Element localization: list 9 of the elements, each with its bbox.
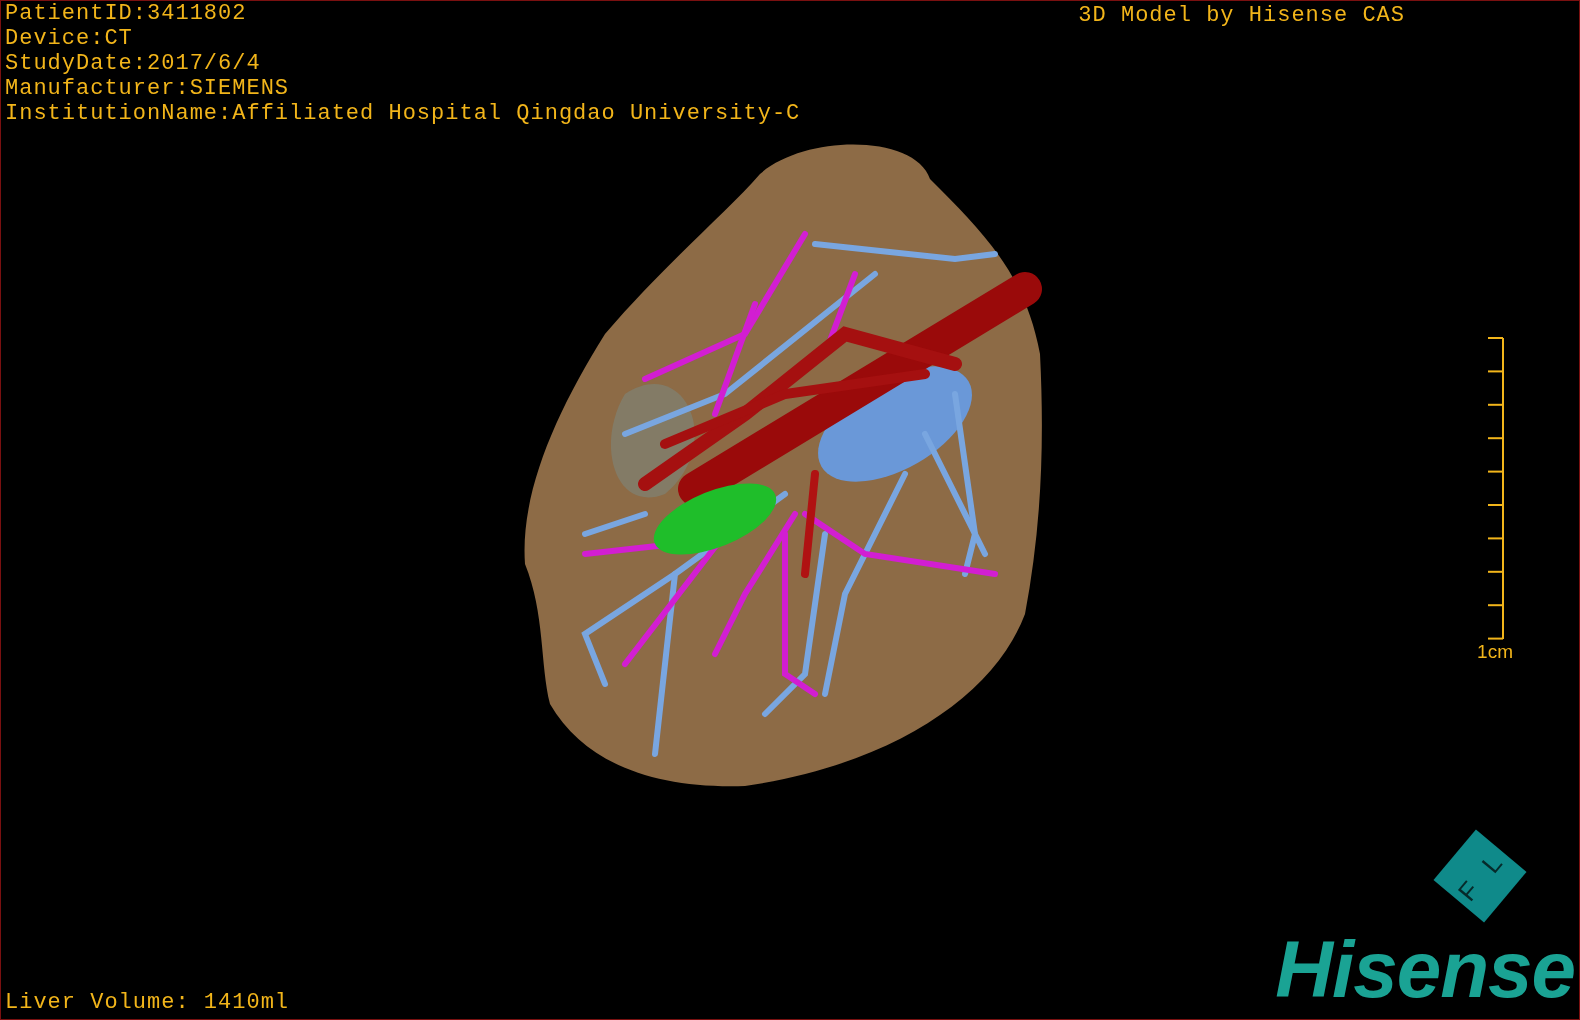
info-line: InstitutionName:Affiliated Hospital Qingdao University-C xyxy=(5,101,801,126)
volume-text: Liver Volume: 1410ml xyxy=(4,990,290,1017)
info-line: StudyDate:2017/6/4 xyxy=(5,51,261,76)
info-line: PatientID:3411802 xyxy=(5,1,247,26)
scale-label: 1cm xyxy=(1477,641,1513,663)
info-line: Manufacturer:SIEMENS xyxy=(5,76,290,101)
view-title: 3D Model by Hisense CAS xyxy=(1078,3,1405,28)
logo-wordmark: Hisense xyxy=(1275,935,1575,1005)
info-line: Device:CT xyxy=(5,26,133,51)
